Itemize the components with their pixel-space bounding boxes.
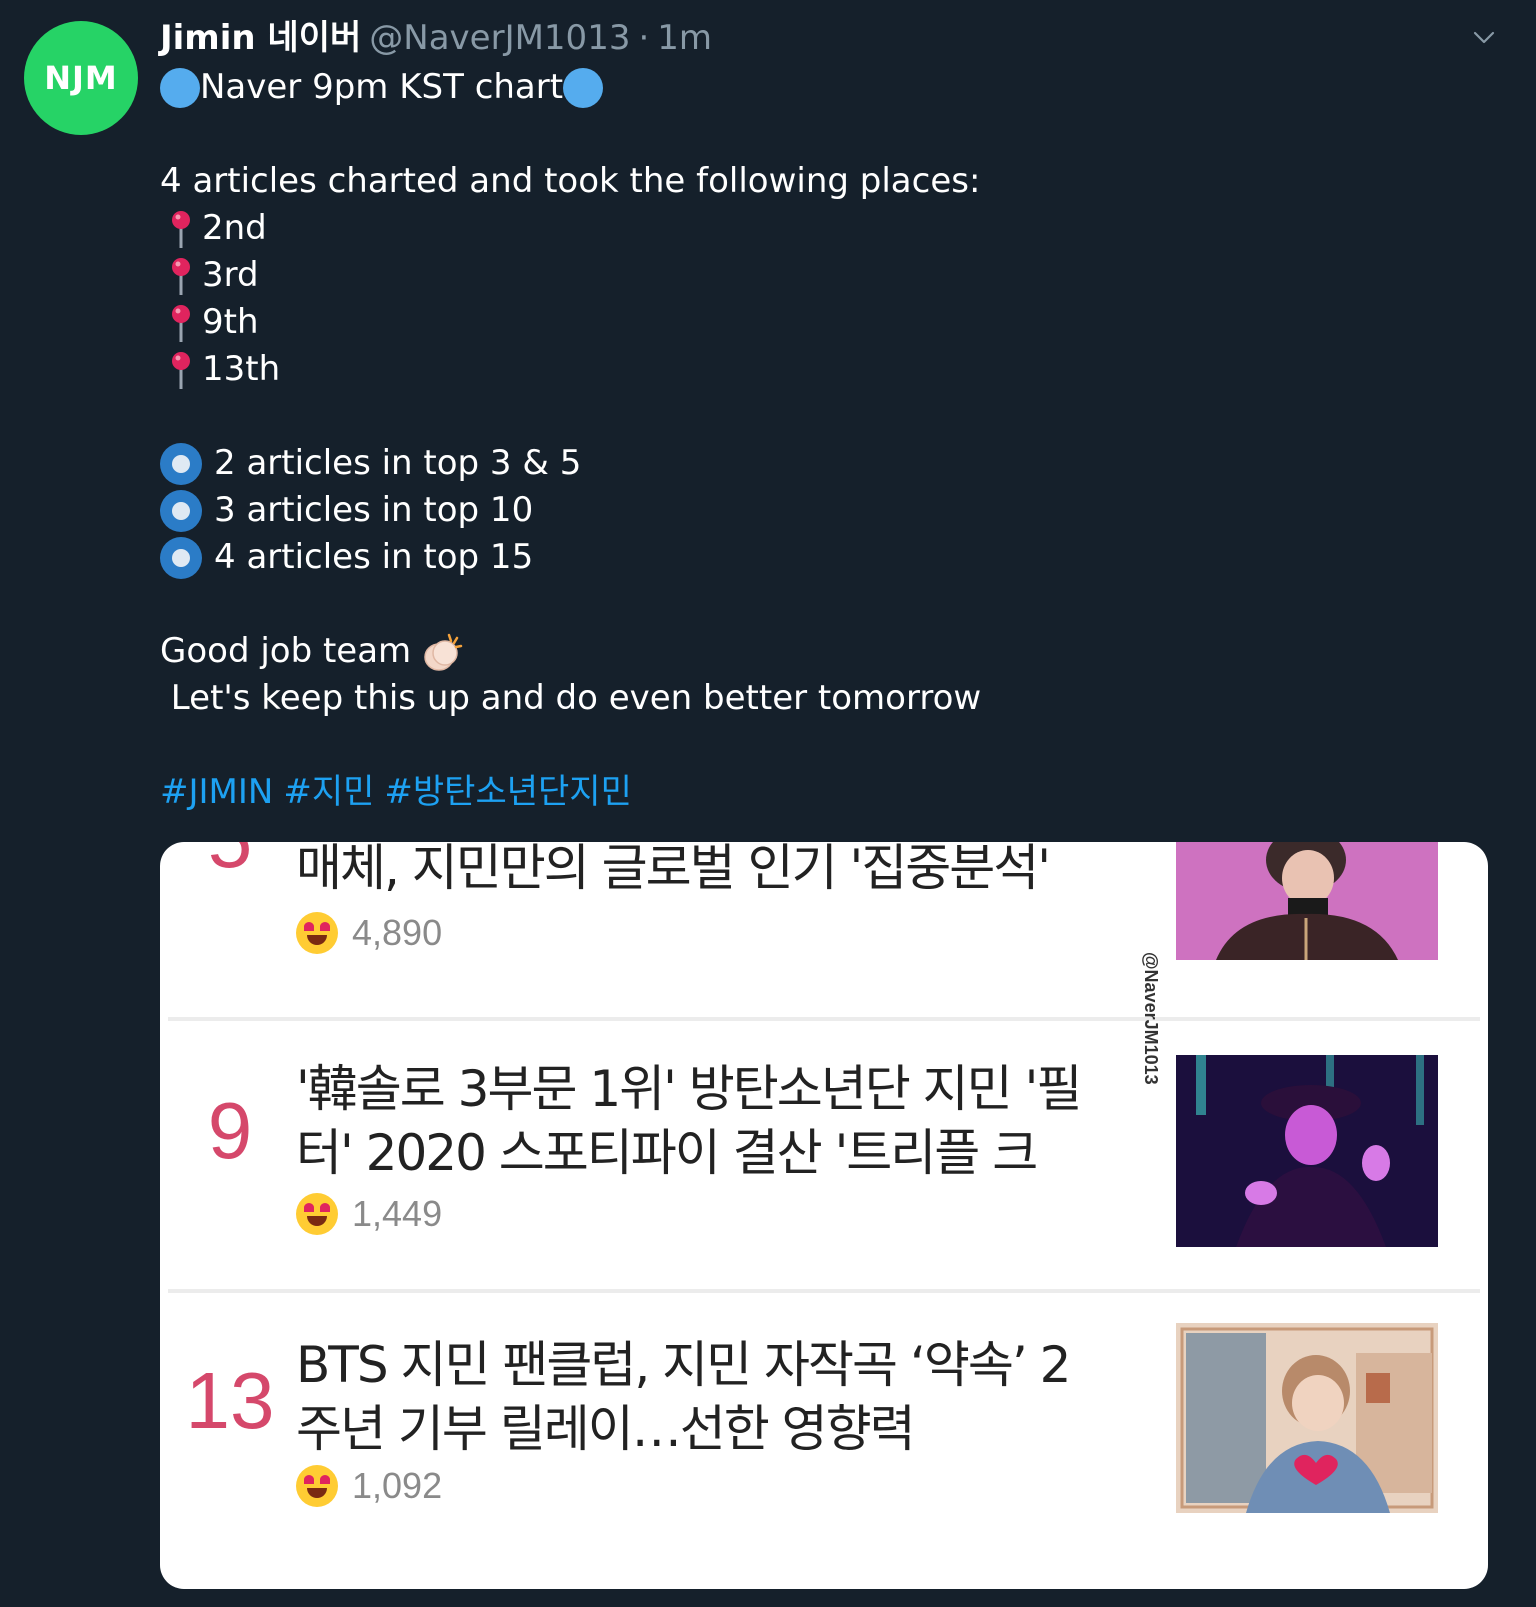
place-text: 3rd <box>202 255 259 295</box>
tweet-title: Naver 9pm KST chart <box>200 67 564 107</box>
hashtag-link[interactable]: #방탄소년단지민 <box>384 769 631 816</box>
stat-item: 3 articles in top 10 <box>160 487 1460 534</box>
display-name[interactable]: Jimin 네이버 <box>160 16 361 60</box>
article-thumbnail <box>1176 1323 1438 1513</box>
reaction-count: 1,092 <box>352 1465 443 1506</box>
handle[interactable]: @NaverJM1013 <box>369 16 630 60</box>
tweet-text: Naver 9pm KST chart 4 articles charted a… <box>160 64 1460 816</box>
watermark: @NaverJM1013 <box>1141 952 1161 1085</box>
article-reactions: 4,890 <box>296 912 442 954</box>
avatar[interactable]: NJM <box>24 21 138 135</box>
place-text: 9th <box>202 302 259 342</box>
round-pushpin-icon <box>172 304 190 342</box>
article-rank: 5 <box>160 842 300 880</box>
hashtag-link[interactable]: #지민 <box>283 769 374 816</box>
separator: · <box>638 18 650 58</box>
radio-button-icon <box>160 442 202 485</box>
tweet-title-line: Naver 9pm KST chart <box>160 64 1460 111</box>
article-headline: BTS 지민 팬클럽, 지민 자작곡 ‘약속’ 2주년 기부 릴레이…선한 영향… <box>296 1336 1071 1458</box>
closing-text-2: Let's keep this up and do even better to… <box>160 678 982 718</box>
avatar-text: NJM <box>44 59 118 97</box>
article-row: 5 매체, 지민만의 글로벌 인기 '집중분석' 4,890 <box>160 842 1488 1017</box>
place-item: 13th <box>160 346 1460 393</box>
closing-line-1: Good job team <box>160 628 1460 675</box>
article-headline: '韓솔로 3부문 1위' 방탄소년단 지민 '필터' 2020 스포티파이 결산… <box>296 1060 1082 1182</box>
heart-eyes-icon <box>296 1465 338 1507</box>
article-headline: 매체, 지민만의 글로벌 인기 '집중분석' <box>296 842 1051 897</box>
round-pushpin-icon <box>172 257 190 295</box>
place-item: 3rd <box>160 252 1460 299</box>
stat-text: 3 articles in top 10 <box>214 490 534 530</box>
blue-circle-icon <box>563 67 604 108</box>
reaction-count: 1,449 <box>352 1193 443 1234</box>
heart-eyes-icon <box>296 1193 338 1235</box>
blue-circle-icon <box>160 67 200 108</box>
stat-text: 2 articles in top 3 & 5 <box>214 443 582 483</box>
closing-text-1: Good job team <box>160 631 412 671</box>
reaction-count: 4,890 <box>352 912 443 953</box>
intro-text: 4 articles charted and took the followin… <box>160 161 981 201</box>
radio-button-icon <box>160 536 202 579</box>
heart-eyes-icon <box>296 912 338 954</box>
article-reactions: 1,449 <box>296 1193 442 1235</box>
article-row: 9 '韓솔로 3부문 1위' 방탄소년단 지민 '필터' 2020 스포티파이 … <box>160 1021 1488 1289</box>
place-item: 2nd <box>160 205 1460 252</box>
article-thumbnail <box>1176 842 1438 960</box>
round-pushpin-icon <box>172 351 190 389</box>
article-rank: 9 <box>207 1086 253 1175</box>
place-text: 13th <box>202 349 281 389</box>
tweet-header: Jimin 네이버 @NaverJM1013 · 1m <box>160 16 1456 60</box>
stat-item: 4 articles in top 15 <box>160 534 1460 581</box>
intro-line: 4 articles charted and took the followin… <box>160 158 1460 205</box>
timestamp[interactable]: 1m <box>657 16 712 60</box>
article-reactions: 1,092 <box>296 1465 442 1507</box>
round-pushpin-icon <box>172 210 190 248</box>
article-row: 13 BTS 지민 팬클럽, 지민 자작곡 ‘약속’ 2주년 기부 릴레이…선한… <box>160 1293 1488 1589</box>
hashtag-link[interactable]: #JIMIN <box>160 769 273 816</box>
chevron-down-icon[interactable] <box>1472 26 1496 50</box>
place-item: 9th <box>160 299 1460 346</box>
stat-item: 2 articles in top 3 & 5 <box>160 440 1460 487</box>
clapping-hands-icon <box>424 633 463 671</box>
closing-line-2: Let's keep this up and do even better to… <box>160 675 1460 722</box>
hashtags: #JIMIN #지민 #방탄소년단지민 <box>160 769 1460 816</box>
article-thumbnail <box>1176 1055 1438 1247</box>
radio-button-icon <box>160 489 202 532</box>
place-text: 2nd <box>202 208 267 248</box>
tweet-media-image[interactable]: 5 매체, 지민만의 글로벌 인기 '집중분석' 4,890 9 '韓솔로 3부… <box>160 842 1488 1589</box>
article-rank: 13 <box>185 1356 275 1445</box>
stat-text: 4 articles in top 15 <box>214 537 534 577</box>
